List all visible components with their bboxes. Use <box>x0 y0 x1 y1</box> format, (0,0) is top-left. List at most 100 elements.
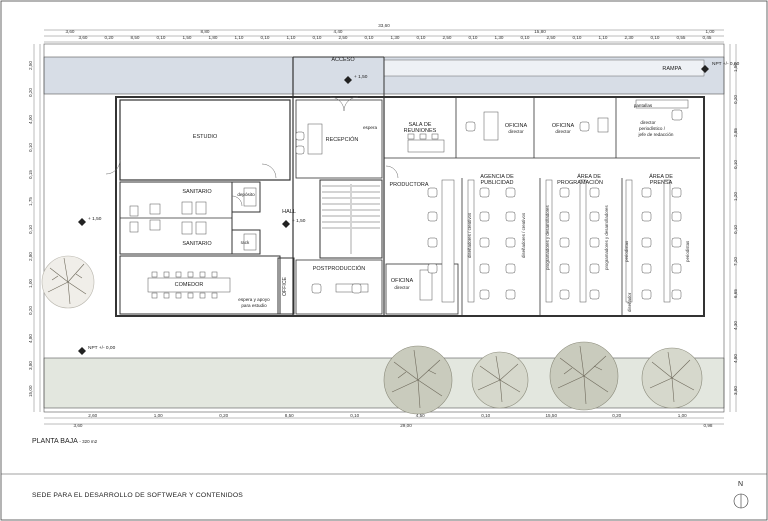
dim-bottom-row1: 0,20 <box>219 413 229 418</box>
label-programadores-2: programadores y desarrolladores <box>604 205 609 270</box>
dim-bottom-row1: 15,50 <box>545 413 558 418</box>
label-disenador: diseñador <box>627 292 632 312</box>
floor-plan <box>0 0 768 521</box>
dim-top-row3: 0,10 <box>520 35 530 40</box>
dim-top-row2: 1,00 <box>705 29 715 34</box>
level-markers <box>78 65 709 355</box>
dim-right: 7,20 <box>733 256 738 266</box>
tree <box>471 351 529 409</box>
dim-bottom-row1: 2,60 <box>88 413 98 418</box>
room-office: OFFICE <box>282 276 288 296</box>
dim-overall: 33,60 <box>378 23 390 28</box>
room-sanitario-bottom: SANITARIO <box>182 241 212 247</box>
dim-top-row3: 8,50 <box>130 35 140 40</box>
dim-top-row2: 8,80 <box>200 29 210 34</box>
dim-top-row3: 0,10 <box>156 35 166 40</box>
tree <box>41 255 95 309</box>
dim-left: 1,00 <box>28 279 33 289</box>
north-arrow-icon <box>733 493 749 509</box>
level-npt-bottom: NPT +/- 0,00 <box>88 346 116 351</box>
dim-right: 2,85 <box>733 127 738 137</box>
dim-left: 4,00 <box>28 115 33 125</box>
dim-top-row3: 0,10 <box>650 35 660 40</box>
dim-left: 0,10 <box>28 224 33 234</box>
tree <box>641 347 703 409</box>
dim-top-row3: 0,10 <box>364 35 374 40</box>
label-disenadores-2: diseñadores / creativos <box>521 212 526 258</box>
dim-left: 1,75 <box>28 197 33 207</box>
stair <box>322 184 380 254</box>
dim-top-row3: 1,30 <box>494 35 504 40</box>
dim-top-row3: 1,50 <box>182 35 192 40</box>
level-hall: + 1,50 <box>292 219 306 224</box>
plan-title: PLANTA BAJA - 320 m2 <box>32 438 97 445</box>
tree <box>549 341 619 411</box>
dim-top-row3: 0,45 <box>702 35 712 40</box>
room-prensa-line2: PRENSA <box>649 180 673 186</box>
dim-bottom-row2: 29,00 <box>400 423 412 428</box>
dim-bottom-row2: 0,98 <box>703 423 713 428</box>
dim-top-row3: 0,10 <box>572 35 582 40</box>
dim-left: 0,10 <box>28 142 33 152</box>
dim-top-row3: 1,10 <box>234 35 244 40</box>
dim-top-row3: 0,10 <box>312 35 322 40</box>
dim-left: 2,80 <box>28 251 33 261</box>
room-hall: HALL <box>282 209 296 215</box>
dim-top-row2: 3,60 <box>65 29 75 34</box>
dim-left: 0,15 <box>28 169 33 179</box>
label-director-line2: periodístico / <box>638 126 666 131</box>
label-programadores-1: programadores y desarrolladores <box>545 205 550 270</box>
label-periodistas-2: periodistas <box>685 240 690 262</box>
dim-bottom-row2: 3,60 <box>73 423 83 428</box>
sheet-title: SEDE PARA EL DESARROLLO DE SOFTWEAR Y CO… <box>32 492 244 499</box>
label-espera: espera <box>362 125 378 130</box>
label-director-line3: jefe de redacción <box>638 132 674 137</box>
level-access: + 1,50 <box>354 75 368 80</box>
dim-bottom-row1: 0,20 <box>612 413 622 418</box>
room-oficina3-line2: director <box>394 285 410 290</box>
dim-left: 3,80 <box>28 361 33 371</box>
plan-title-text: PLANTA BAJA <box>32 438 78 445</box>
label-rack: rack <box>240 240 250 245</box>
label-espera-apoyo-line1: espera y apoyo <box>238 297 270 302</box>
room-agencia-line2: PUBLICIDAD <box>480 180 514 186</box>
label-pantallas: pantallas <box>633 103 653 108</box>
room-acceso: ACCESO <box>331 57 355 63</box>
room-postproduccion: POSTPRODUCCIÓN <box>312 266 366 272</box>
label-espera-apoyo-line2: para estudio <box>241 303 267 308</box>
label-deposito: depósito <box>237 192 255 197</box>
dim-left: 0,20 <box>28 88 33 97</box>
label-director-line1: director <box>640 120 656 125</box>
drawing-sheet: ACCESO RAMPA ESTUDIO RECEPCIÓN espera SA… <box>0 0 768 521</box>
dim-top-row3: 0,55 <box>676 35 686 40</box>
dim-top-row3: 0,20 <box>104 35 114 40</box>
dim-bottom-row1: 1,00 <box>677 413 687 418</box>
dim-right: 0,20 <box>733 95 738 105</box>
doors <box>105 96 399 207</box>
dim-left: 15,00 <box>28 385 33 398</box>
dim-right: 0,10 <box>733 160 738 169</box>
room-estudio: ESTUDIO <box>192 134 218 140</box>
room-comedor: COMEDOR <box>174 282 204 288</box>
plan-area: - 320 m2 <box>79 439 98 444</box>
dim-right: 6,65 <box>733 289 738 299</box>
dim-top-row3: 2,50 <box>546 35 556 40</box>
rampa-strip <box>383 59 705 77</box>
room-oficina2-line2: director <box>555 129 571 134</box>
room-programacion-line2: PROGRAMACIÓN <box>557 180 603 186</box>
room-oficina1-line2: director <box>508 129 524 134</box>
dim-right: 3,80 <box>733 385 738 395</box>
dim-top-row3: 1,10 <box>286 35 296 40</box>
dim-top-row3: 2,30 <box>624 35 634 40</box>
north-label: N <box>738 481 744 488</box>
label-periodistas-1: periodistas <box>624 240 629 262</box>
dim-top-row3: 1,30 <box>390 35 400 40</box>
dim-top-row3: 1,10 <box>598 35 608 40</box>
level-left: + 1,50 <box>88 217 102 222</box>
dim-top-row3: 1,80 <box>208 35 218 40</box>
tree <box>383 345 453 415</box>
dim-right: 4,30 <box>733 321 738 331</box>
dim-right: 0,10 <box>733 224 738 234</box>
dim-bottom-row1: 8,50 <box>284 413 294 418</box>
room-oficina3-line1: OFICINA <box>390 278 414 284</box>
